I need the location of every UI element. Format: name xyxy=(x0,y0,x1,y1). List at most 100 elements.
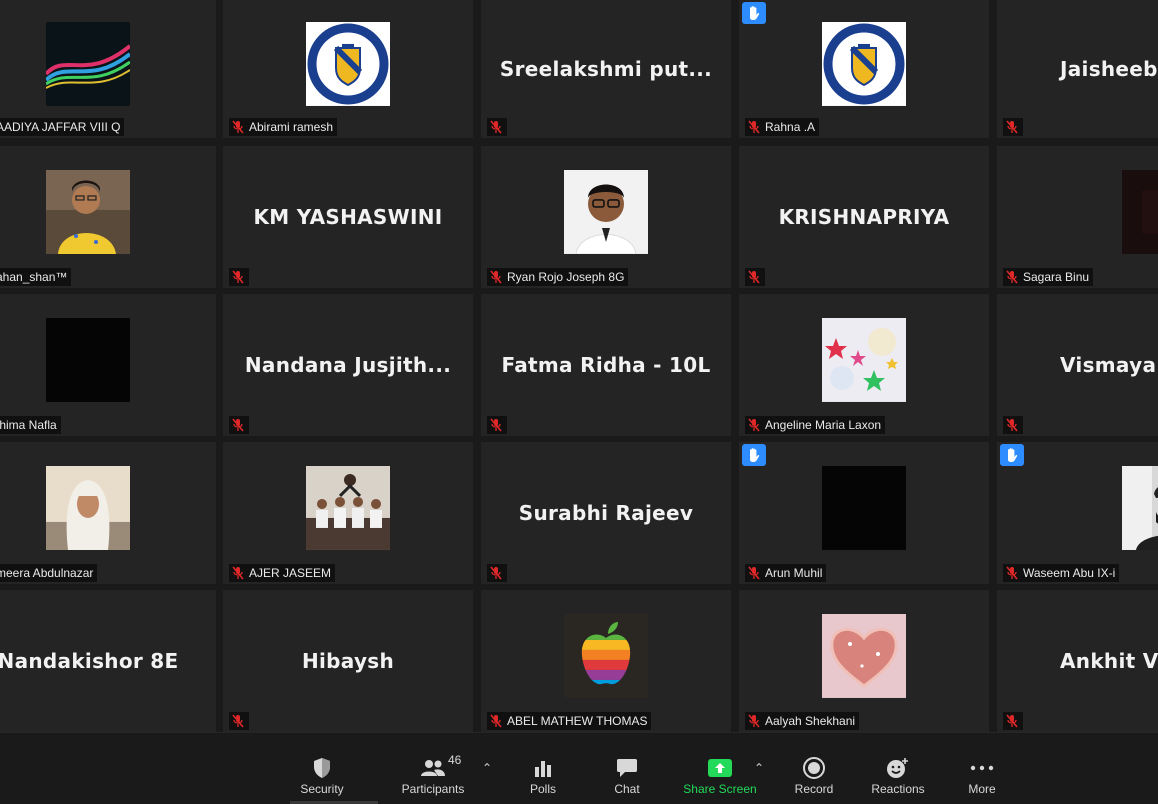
participant-display-name: Jaisheeb xyxy=(1060,57,1158,81)
mic-muted-icon xyxy=(489,418,503,432)
smiley-plus-icon xyxy=(886,755,910,781)
mic-muted-icon xyxy=(1005,120,1019,134)
polls-button[interactable]: Polls xyxy=(518,733,568,804)
participant-label: Sagara Binu xyxy=(1003,268,1094,286)
participant-avatar xyxy=(822,21,906,106)
participant-display-name: Nandana Jusjith... xyxy=(244,353,452,377)
participant-tile[interactable]: Angeline Maria Laxon xyxy=(739,294,989,436)
mic-muted-icon xyxy=(747,714,761,728)
participant-label: Aalyah Shekhani xyxy=(745,712,860,730)
participant-avatar xyxy=(46,21,130,106)
participant-name: AADIYA JAFFAR VIII Q xyxy=(0,120,121,134)
participant-tile[interactable]: Jaisheeb xyxy=(997,0,1158,138)
share-arrow-icon xyxy=(707,755,733,781)
participant-avatar xyxy=(822,465,906,550)
mic-muted-icon xyxy=(489,714,503,728)
participant-label: AJER JASEEM xyxy=(229,564,336,582)
participant-tile[interactable]: Vismaya xyxy=(997,294,1158,436)
participant-display-name: KRISHNAPRIYA xyxy=(778,205,950,229)
mic-muted-icon xyxy=(747,566,761,580)
chat-bubble-icon xyxy=(616,755,638,781)
participant-label: Ryan Rojo Joseph 8G xyxy=(487,268,629,286)
participant-display-name: Ankhit Ve xyxy=(1060,649,1158,673)
participant-label: Abirami ramesh xyxy=(229,118,338,136)
mic-muted-icon xyxy=(1005,270,1019,284)
raise-hand-icon xyxy=(742,2,766,24)
participant-avatar xyxy=(822,317,906,402)
mic-muted-icon xyxy=(231,566,245,580)
participant-avatar xyxy=(822,613,906,698)
participant-tile[interactable]: KRISHNAPRIYA xyxy=(739,146,989,288)
participant-avatar xyxy=(564,613,648,698)
participant-tile[interactable]: ABEL MATHEW THOMAS xyxy=(481,590,731,732)
security-label: Security xyxy=(300,782,344,796)
participant-name: Waseem Abu IX-i xyxy=(1023,566,1116,580)
participant-tile[interactable]: meera Abdulnazar xyxy=(0,442,216,584)
mic-muted-icon xyxy=(1005,418,1019,432)
participants-button[interactable]: 46 Participants xyxy=(396,733,470,804)
participant-tile[interactable]: ahan_shan™ xyxy=(0,146,216,288)
mic-muted-icon xyxy=(231,714,245,728)
share-screen-button[interactable]: Share Screen xyxy=(680,733,760,804)
record-button[interactable]: Record xyxy=(789,733,839,804)
participant-tile[interactable]: Ankhit Ve xyxy=(997,590,1158,732)
participant-display-name: Surabhi Rajeev xyxy=(518,501,694,525)
participant-count: 46 xyxy=(448,753,462,767)
reactions-button[interactable]: Reactions xyxy=(866,733,930,804)
participant-tile[interactable]: thima Nafla xyxy=(0,294,216,436)
security-button[interactable]: Security xyxy=(292,733,352,804)
mic-muted-icon xyxy=(1005,566,1019,580)
participant-label: Rahna .A xyxy=(745,118,820,136)
participant-name: Arun Muhil xyxy=(765,566,823,580)
mic-muted-icon xyxy=(747,120,761,134)
participant-label: Waseem Abu IX-i xyxy=(1003,564,1120,582)
mic-muted-icon xyxy=(231,270,245,284)
record-icon xyxy=(803,755,825,781)
mic-muted-icon xyxy=(489,566,503,580)
participant-name: Sagara Binu xyxy=(1023,270,1090,284)
polls-label: Polls xyxy=(529,782,556,796)
mic-muted-icon xyxy=(231,418,245,432)
raise-hand-icon xyxy=(742,444,766,466)
bar-chart-icon xyxy=(533,755,553,781)
more-button[interactable]: More xyxy=(958,733,1006,804)
participant-avatar xyxy=(46,465,130,550)
participant-label xyxy=(487,118,507,136)
participant-tile[interactable]: AADIYA JAFFAR VIII Q xyxy=(0,0,216,138)
participant-tile[interactable]: Nandana Jusjith... xyxy=(223,294,473,436)
participant-display-name: Hibaysh xyxy=(301,649,395,673)
participant-tile[interactable]: Hibaysh xyxy=(223,590,473,732)
participant-label: thima Nafla xyxy=(0,416,61,434)
participant-tile[interactable]: KM YASHASWINI xyxy=(223,146,473,288)
participant-tile[interactable]: Sagara Binu xyxy=(997,146,1158,288)
participant-label: ahan_shan™ xyxy=(0,268,72,286)
participant-tile[interactable]: Nandakishor 8E xyxy=(0,590,216,732)
chat-label: Chat xyxy=(614,782,640,796)
participant-avatar xyxy=(1122,169,1158,254)
participant-tile[interactable]: Surabhi Rajeev xyxy=(481,442,731,584)
participants-caret-icon[interactable]: ⌃ xyxy=(482,761,492,775)
participant-display-name: KM YASHASWINI xyxy=(253,205,443,229)
participant-tile[interactable]: Ryan Rojo Joseph 8G xyxy=(481,146,731,288)
participant-tile[interactable]: AJER JASEEM xyxy=(223,442,473,584)
share-caret-icon[interactable]: ⌃ xyxy=(754,761,764,775)
mic-muted-icon xyxy=(231,120,245,134)
participant-tile[interactable]: Arun Muhil xyxy=(739,442,989,584)
participant-tile[interactable]: Fatma Ridha - 10L xyxy=(481,294,731,436)
participant-tile[interactable]: Rahna .A xyxy=(739,0,989,138)
participant-avatar xyxy=(306,21,390,106)
participant-avatar xyxy=(46,169,130,254)
participant-tile[interactable]: Sreelakshmi put... xyxy=(481,0,731,138)
participant-label xyxy=(1003,416,1023,434)
participant-name: ahan_shan™ xyxy=(0,270,68,284)
people-icon: 46 xyxy=(420,753,461,781)
participant-label xyxy=(487,564,507,582)
chat-button[interactable]: Chat xyxy=(602,733,652,804)
participant-tile[interactable]: Waseem Abu IX-i xyxy=(997,442,1158,584)
participant-label xyxy=(1003,712,1023,730)
participant-tile[interactable]: Aalyah Shekhani xyxy=(739,590,989,732)
participant-tile[interactable]: Abirami ramesh xyxy=(223,0,473,138)
participant-display-name: Nandakishor 8E xyxy=(0,649,179,673)
participant-name: Rahna .A xyxy=(765,120,816,134)
reactions-label: Reactions xyxy=(871,782,925,796)
